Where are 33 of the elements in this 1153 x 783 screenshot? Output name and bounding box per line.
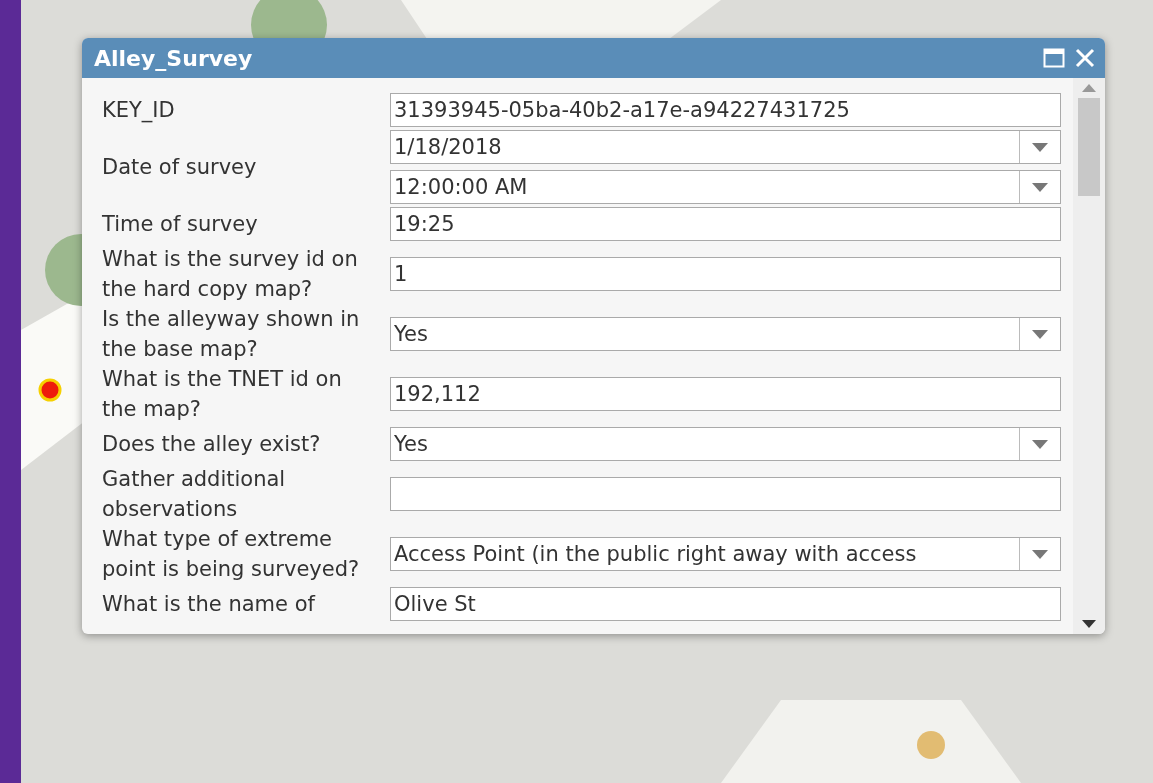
caret-icon xyxy=(1032,439,1048,449)
field-label: What is the name of xyxy=(102,591,317,618)
input-field[interactable]: 19:25 xyxy=(390,207,1061,241)
scroll-thumb[interactable] xyxy=(1078,98,1100,196)
maximize-icon[interactable] xyxy=(1043,48,1065,68)
field-label: Is the alleyway shown in the base map? xyxy=(102,306,361,363)
dropdown-field[interactable]: Yes xyxy=(390,427,1061,461)
input-field[interactable]: Olive St xyxy=(390,587,1061,621)
dropdown-field[interactable]: Yes xyxy=(390,317,1061,351)
field-label: What type of extreme point is being surveyed? xyxy=(102,526,361,583)
field-label: Does the alley exist? xyxy=(102,431,322,458)
close-icon[interactable] xyxy=(1075,48,1095,68)
input-field[interactable]: 192,112 xyxy=(390,377,1061,411)
caret-icon xyxy=(1032,329,1048,339)
field-label: Gather additional observations xyxy=(102,466,287,523)
scroll-up-icon[interactable] xyxy=(1082,84,1096,92)
input-field[interactable] xyxy=(390,477,1061,511)
dialog-title: Alley_Survey xyxy=(94,45,254,71)
dropdown-field[interactable]: 12:00:00 AM xyxy=(390,170,1061,204)
field-label: Time of survey xyxy=(102,211,259,238)
caret-icon xyxy=(1032,549,1048,559)
scrollbar[interactable] xyxy=(1073,78,1105,634)
field-label: KEY_ID xyxy=(102,97,176,125)
dropdown-field[interactable]: 1/18/2018 xyxy=(390,130,1061,164)
field-label: What is the TNET id on the map? xyxy=(102,366,343,423)
field-label: What is the survey id on the hard copy map? xyxy=(102,246,359,303)
caret-icon xyxy=(1032,182,1048,192)
field-label: Date of survey xyxy=(102,154,258,181)
dropdown-field[interactable]: Access Point (in the public right away with access xyxy=(390,537,1061,571)
input-field[interactable]: 31393945-05ba-40b2-a17e-a94227431725 xyxy=(390,93,1061,127)
scroll-down-icon[interactable] xyxy=(1082,620,1096,628)
input-field[interactable]: 1 xyxy=(390,257,1061,291)
caret-icon xyxy=(1032,142,1048,152)
